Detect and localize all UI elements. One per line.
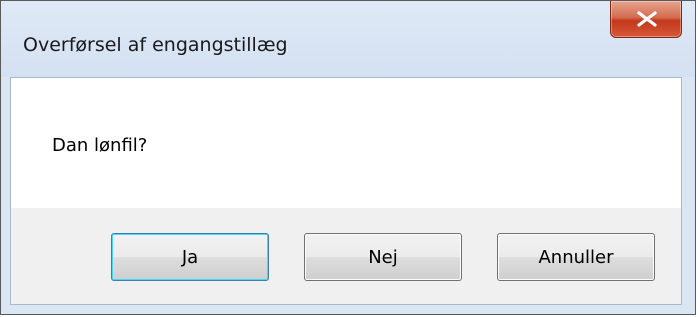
dialog-window: Overførsel af engangstillæg Dan lønfil? …: [0, 0, 696, 315]
yes-button[interactable]: Ja: [111, 233, 269, 281]
cancel-button[interactable]: Annuller: [497, 233, 655, 281]
close-button[interactable]: [610, 1, 682, 38]
title-bar[interactable]: Overførsel af engangstillæg: [1, 1, 695, 77]
window-title: Overførsel af engangstillæg: [23, 34, 288, 56]
message-area: Dan lønfil?: [11, 78, 681, 208]
dialog-body: Dan lønfil? Ja Nej Annuller: [10, 77, 682, 305]
message-text: Dan lønfil?: [52, 135, 148, 156]
close-icon: [637, 11, 657, 27]
no-button[interactable]: Nej: [304, 233, 462, 281]
